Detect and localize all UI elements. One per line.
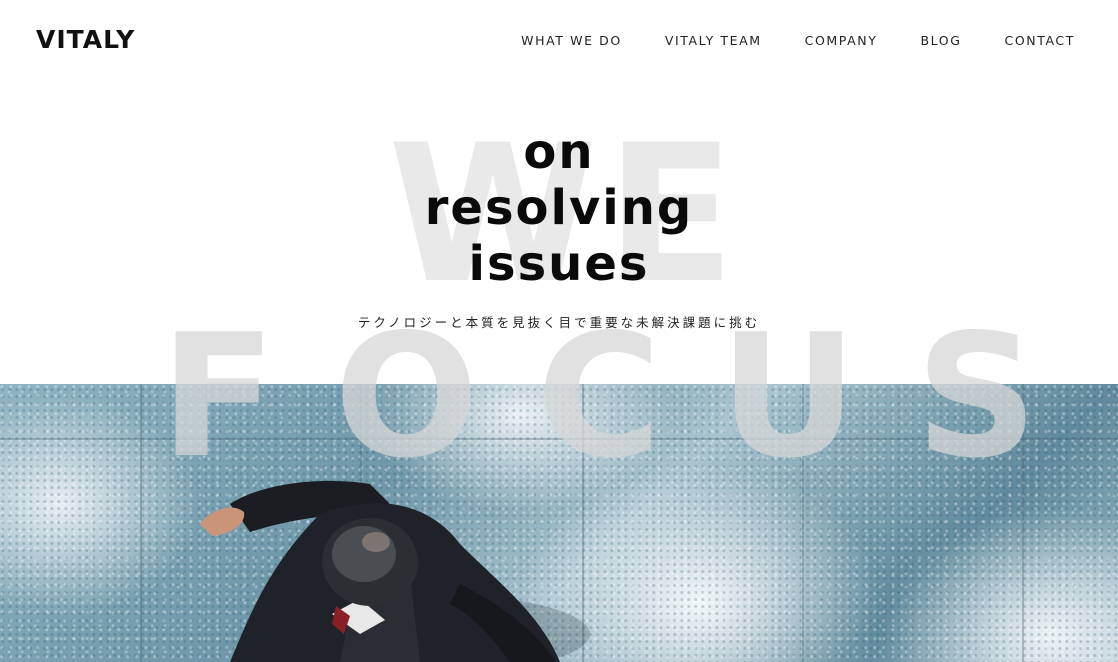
nav-item-what-we-do[interactable]: WHAT WE DO <box>521 33 622 49</box>
nav-item-company[interactable]: COMPANY <box>805 33 878 49</box>
hero-headline: on resolving issues <box>0 124 1118 292</box>
background-word-focus: FOCUS <box>160 298 1096 496</box>
headline-line-3: issues <box>468 236 650 292</box>
hero-subtitle: テクノロジーと本質を見抜く目で重要な未解決課題に挑む <box>357 315 761 330</box>
nav-item-blog[interactable]: BLOG <box>920 33 961 49</box>
headline-line-2: resolving <box>424 180 694 236</box>
logo[interactable]: VITALY <box>36 24 135 56</box>
nav-item-vitaly-team[interactable]: VITALY TEAM <box>665 33 762 49</box>
headline-line-1: on <box>523 124 595 180</box>
main-nav: WHAT WE DO VITALY TEAM COMPANY BLOG CONT… <box>478 33 1075 49</box>
nav-item-contact[interactable]: CONTACT <box>1005 33 1075 49</box>
site-header: VITALY WHAT WE DO VITALY TEAM COMPANY BL… <box>0 0 1118 84</box>
